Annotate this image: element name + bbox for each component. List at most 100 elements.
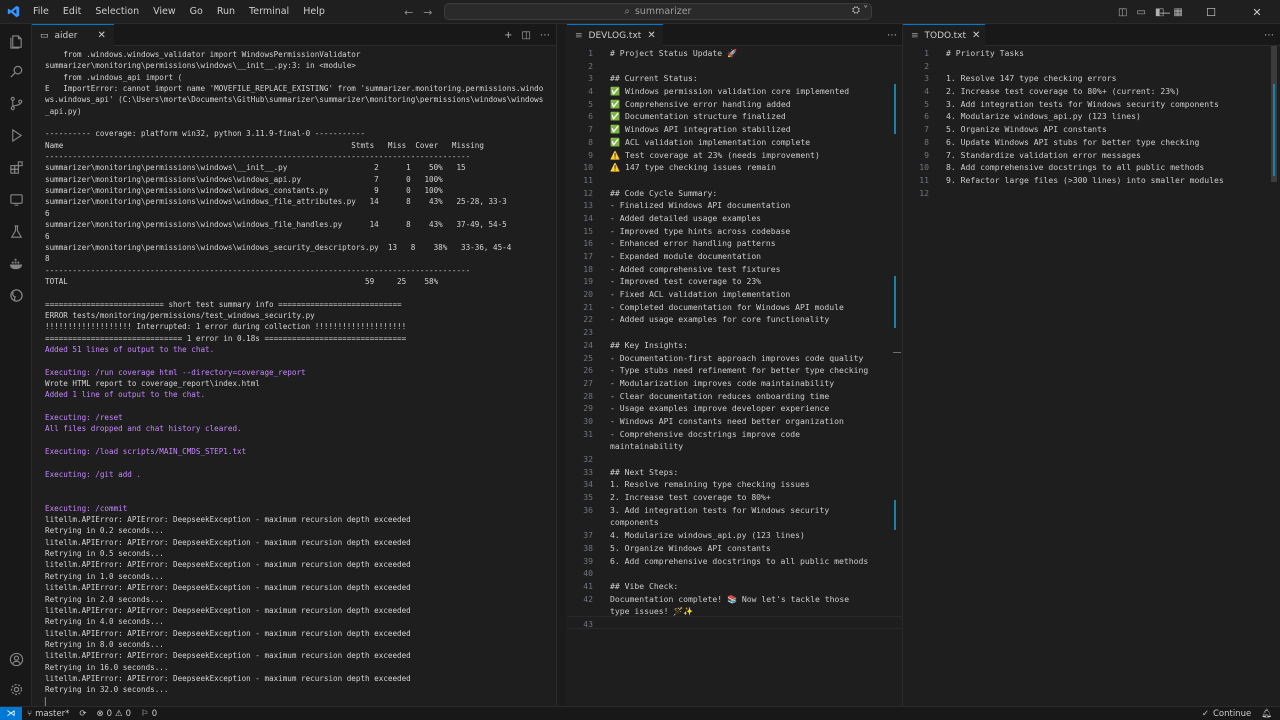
line-text: ✅ Windows permission validation core imp…: [610, 86, 850, 97]
command-center-search[interactable]: ⌕ summarizer: [444, 3, 872, 20]
title-bar: File Edit Selection View Go Run Terminal Help ←…: [0, 0, 1280, 24]
back-arrow-icon[interactable]: ←: [404, 6, 413, 19]
continue-check-icon: ✓: [1201, 709, 1209, 719]
terminal-line: summarizer\monitoring\permissions\window…: [45, 197, 507, 207]
menu-item-selection[interactable]: Selection: [88, 0, 146, 24]
menu-item-run[interactable]: Run: [210, 0, 242, 24]
split-editor-icon[interactable]: ◫: [522, 30, 531, 41]
explorer-icon[interactable]: [0, 28, 32, 54]
line-text: - Finalized Windows API documentation: [610, 200, 791, 211]
text-file-icon: ≡: [575, 30, 583, 41]
terminal-line: Wrote HTML report to coverage_report\ind…: [45, 378, 260, 388]
branch-status[interactable]: ⑂ master*: [22, 709, 74, 719]
close-icon[interactable]: ✕: [647, 30, 655, 41]
line-number: 27: [583, 377, 593, 388]
problems-status[interactable]: ⊗ 0 ⚠ 0: [91, 709, 136, 719]
menu-item-view[interactable]: View: [146, 0, 183, 24]
line-text: # Priority Tasks: [946, 48, 1024, 58]
status-bar: ⋊ ⑂ master* ⟳ ⊗ 0 ⚠ 0 ⚐ 0 ✓ Continue 🔔︎: [0, 706, 1280, 720]
maximize-icon[interactable]: ☐: [1188, 0, 1234, 24]
terminal-line: litellm.APIError: APIError: DeepseekExce…: [45, 560, 411, 570]
line-text: - Expanded module documentation: [610, 251, 762, 261]
close-icon[interactable]: ✕: [97, 30, 105, 41]
remote-explorer-icon[interactable]: [0, 186, 32, 212]
todo-text[interactable]: 1 # Priority Tasks 2 3 1. Resolve 147 type c…: [903, 47, 1224, 199]
copilot-icon[interactable]: ⛭ ˅: [852, 5, 868, 16]
docker-icon[interactable]: [0, 250, 32, 276]
close-window-icon[interactable]: ✕: [1234, 0, 1280, 24]
line-text: - Clear documentation reduces onboarding…: [610, 390, 830, 401]
line-text: 1. Resolve 147 type checking errors: [946, 73, 1117, 84]
more-actions-icon[interactable]: ⋯: [1264, 30, 1274, 41]
line-number: 12: [919, 187, 929, 198]
line-number: 35: [583, 492, 593, 503]
close-icon[interactable]: ✕: [972, 30, 980, 41]
terminal-line: ============================== 1 error i…: [45, 333, 407, 343]
line-text: - Windows API constants need better orga…: [610, 415, 844, 426]
terminal-line: Executing: /commit: [45, 503, 128, 513]
devlog-text[interactable]: 1 # Project Status Update 🚀 2 3 ## Current S…: [567, 47, 868, 631]
testing-icon[interactable]: [0, 218, 32, 244]
overview-ruler-mark: [893, 352, 901, 353]
tab-aider[interactable]: ▭ aider ✕: [32, 24, 114, 46]
search-activity-icon[interactable]: [0, 58, 32, 84]
line-text: Documentation complete! 📚 Now let's tack…: [610, 593, 850, 604]
line-text: 5. Organize Windows API constants: [610, 542, 771, 553]
editor-line: 26 - Type stubs need refinement for bette…: [567, 364, 868, 377]
line-text: ✅ ACL validation implementation complete: [610, 136, 811, 147]
github-icon[interactable]: [0, 282, 32, 308]
line-number: 17: [583, 251, 593, 261]
error-count: 0: [106, 708, 113, 719]
more-actions-icon[interactable]: ⋯: [887, 30, 897, 41]
editor-line: 27 - Modularization improves code maintai…: [567, 377, 868, 390]
ports-status[interactable]: ⚐ 0: [136, 709, 162, 719]
editor-line: 4 ✅ Windows permission validation core im…: [567, 85, 868, 98]
menu-item-terminal[interactable]: Terminal: [242, 0, 296, 24]
line-number: 33: [583, 466, 593, 477]
tab-devlog[interactable]: ≡ DEVLOG.txt ✕: [567, 24, 663, 46]
line-text: [593, 453, 610, 466]
sync-status[interactable]: ⟳: [74, 709, 91, 719]
terminal-line: summarizer\monitoring\permissions\window…: [45, 186, 443, 196]
forward-arrow-icon[interactable]: →: [423, 6, 432, 19]
editor-line: 10 ⚠️ 147 type checking issues remain: [567, 161, 868, 174]
devlog-tabstrip: ≡ DEVLOG.txt ✕ ⋯: [567, 24, 903, 46]
terminal-line: Executing: /git add .: [45, 469, 142, 479]
new-terminal-icon[interactable]: +: [504, 30, 512, 41]
more-actions-icon[interactable]: ⋯: [540, 30, 550, 41]
remote-indicator-icon[interactable]: ⋊: [0, 706, 22, 720]
terminal-scrollbar[interactable]: [556, 24, 566, 706]
terminal-line: litellm.APIError: APIError: DeepseekExce…: [45, 537, 411, 547]
account-icon[interactable]: [0, 646, 32, 672]
editor-line: 35 2. Increase test coverage to 80%+: [567, 491, 868, 504]
terminal-output[interactable]: from .windows.windows_validator import W…: [45, 49, 555, 706]
tab-todo[interactable]: ≡ TODO.txt ✕: [903, 24, 985, 46]
settings-gear-icon[interactable]: [0, 676, 32, 702]
source-control-icon[interactable]: [0, 90, 32, 116]
minimize-icon[interactable]: —: [1142, 0, 1188, 24]
line-text: # Project Status Update 🚀: [610, 48, 738, 58]
editor-line: 6 ✅ Documentation structure finalized: [567, 110, 868, 123]
terminal-line: 8: [45, 254, 50, 264]
toggle-sidebar-icon[interactable]: ◫: [1118, 7, 1127, 18]
line-number: 7: [588, 124, 593, 135]
run-debug-icon[interactable]: [0, 122, 32, 148]
editor-line: 14 - Added detailed usage examples: [567, 212, 868, 225]
terminal-line: Retrying in 4.0 seconds...: [45, 617, 164, 627]
terminal-line: Name Stmts Miss Cover Missing: [45, 140, 484, 150]
menu-item-go[interactable]: Go: [183, 0, 210, 24]
editor-line: 41 ## Vibe Check:: [567, 580, 868, 593]
branch-name: master*: [35, 708, 70, 719]
continue-label[interactable]: Continue: [1213, 709, 1251, 719]
line-number: 2: [924, 60, 929, 71]
menu-item-edit[interactable]: Edit: [56, 0, 88, 24]
menu-item-help[interactable]: Help: [296, 0, 332, 24]
extensions-icon[interactable]: [0, 154, 32, 180]
line-number: 1: [924, 48, 929, 58]
line-number: 22: [583, 314, 593, 325]
menu-item-file[interactable]: File: [26, 0, 56, 24]
notifications-bell-icon[interactable]: 🔔︎: [1261, 709, 1272, 719]
editor-line: 8 ✅ ACL validation implementation complet…: [567, 136, 868, 149]
line-number: 25: [583, 352, 593, 363]
